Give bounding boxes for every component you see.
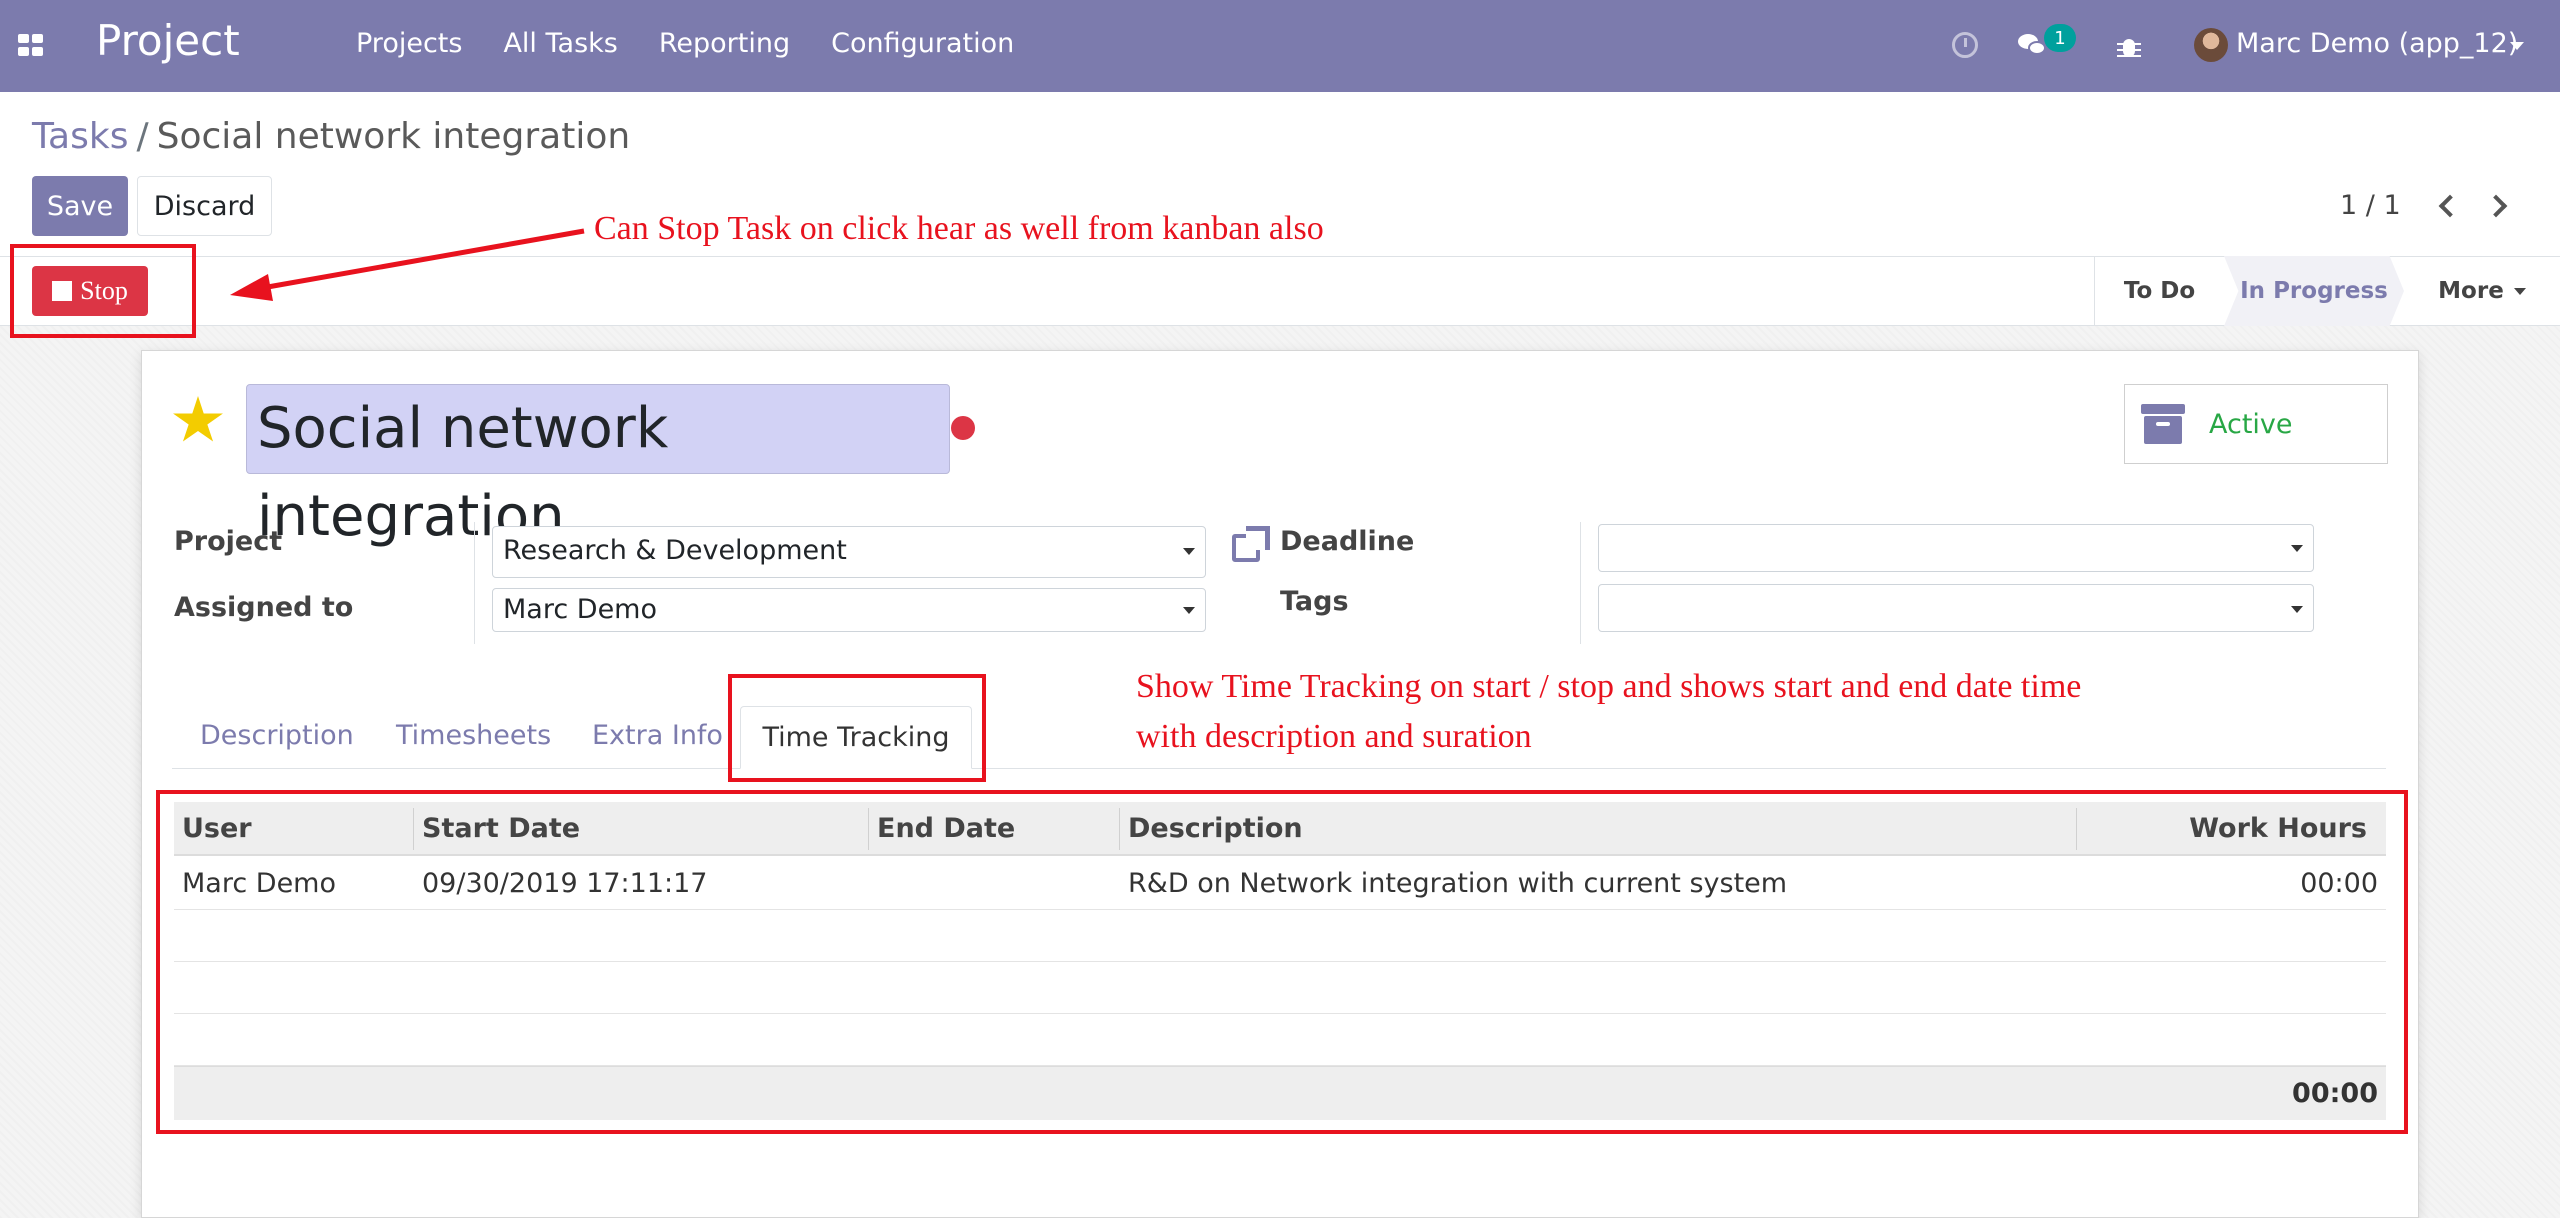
project-field[interactable]: Research & Development	[492, 526, 1206, 578]
menu-item-configuration[interactable]: Configuration	[831, 28, 1014, 59]
save-button[interactable]: Save	[32, 176, 128, 236]
apps-menu-icon[interactable]	[18, 34, 46, 58]
activity-clock-icon[interactable]	[1952, 32, 1978, 58]
annotation-tracking-note-line2: with description and suration	[1136, 718, 1532, 755]
breadcrumb-tasks[interactable]: Tasks	[32, 116, 128, 157]
active-toggle-button[interactable]: Active	[2124, 384, 2388, 464]
tabs-baseline	[172, 768, 2386, 769]
discard-button[interactable]: Discard	[137, 176, 272, 236]
external-link-icon[interactable]	[1232, 526, 1270, 562]
assigned-to-label: Assigned to	[174, 592, 354, 623]
project-label: Project	[174, 526, 283, 557]
tab-timesheets[interactable]: Timesheets	[396, 714, 551, 768]
stage-todo[interactable]: To Do	[2094, 256, 2224, 326]
tab-description[interactable]: Description	[200, 714, 354, 768]
annotation-box-tab	[728, 674, 986, 782]
deadline-label: Deadline	[1280, 526, 1415, 557]
annotation-box-stop	[10, 244, 196, 338]
project-value: Research & Development	[503, 535, 847, 566]
caret-down-icon	[2513, 287, 2526, 295]
pager-value[interactable]: 1 / 1	[2340, 190, 2401, 221]
dropdown-caret-icon	[2291, 606, 2303, 613]
annotation-tracking-note-line1: Show Time Tracking on start / stop and s…	[1136, 668, 2082, 705]
field-divider	[474, 522, 475, 644]
assigned-to-field[interactable]: Marc Demo	[492, 588, 1206, 632]
tab-extra-info[interactable]: Extra Info	[592, 714, 723, 768]
active-label: Active	[2209, 408, 2293, 440]
archive-icon	[2141, 404, 2185, 444]
dropdown-caret-icon	[1183, 548, 1195, 555]
top-navbar: Project Projects All Tasks Reporting Con…	[0, 0, 2560, 92]
breadcrumb-current: Social network integration	[156, 116, 631, 157]
breadcrumb-separator: /	[136, 116, 149, 157]
main-menu: Projects All Tasks Reporting Configurati…	[356, 28, 1014, 59]
breadcrumb: Tasks / Social network integration	[32, 116, 630, 157]
tags-field[interactable]	[1598, 584, 2314, 632]
task-title-input[interactable]: Social network integration	[246, 384, 950, 549]
user-menu-caret-icon[interactable]	[2510, 42, 2524, 50]
user-menu[interactable]: Marc Demo (app_12)	[2236, 28, 2518, 59]
annotation-box-table	[156, 790, 2408, 1134]
stage-more-label: More	[2438, 278, 2504, 304]
app-brand[interactable]: Project	[96, 16, 240, 65]
pager-next-icon[interactable]	[2484, 190, 2514, 222]
chat-count-badge: 1	[2044, 24, 2076, 52]
dropdown-caret-icon	[2291, 545, 2303, 552]
annotation-stop-note: Can Stop Task on click hear as well from…	[594, 210, 1324, 247]
pager-previous-icon[interactable]	[2432, 190, 2462, 222]
dropdown-caret-icon	[1183, 607, 1195, 614]
deadline-field[interactable]	[1598, 524, 2314, 572]
assigned-to-value: Marc Demo	[503, 594, 657, 625]
stage-more-dropdown[interactable]: More	[2404, 256, 2560, 326]
menu-item-all-tasks[interactable]: All Tasks	[503, 28, 617, 59]
kanban-state-dot[interactable]	[951, 416, 975, 440]
user-avatar[interactable]	[2194, 28, 2228, 62]
menu-item-projects[interactable]: Projects	[356, 28, 462, 59]
tags-label: Tags	[1280, 586, 1349, 617]
menu-item-reporting[interactable]: Reporting	[659, 28, 790, 59]
debug-bug-icon[interactable]	[2117, 33, 2141, 59]
field-divider	[1580, 522, 1581, 644]
stage-in-progress[interactable]: In Progress	[2224, 256, 2404, 326]
